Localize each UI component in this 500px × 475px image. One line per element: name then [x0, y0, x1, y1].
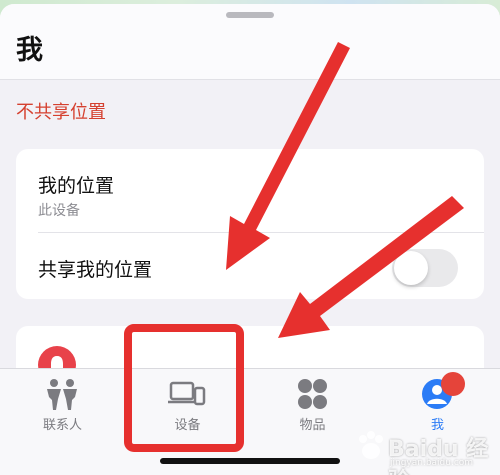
sheet-grabber-handle[interactable] [226, 12, 274, 18]
people-icon [47, 379, 77, 410]
notification-badge [441, 372, 465, 396]
card-divider [38, 232, 484, 233]
share-location-toggle[interactable] [392, 249, 458, 287]
items-icon [298, 379, 327, 409]
tab-label-people: 联系人 [42, 418, 82, 433]
section-label-not-sharing: 不共享位置 [16, 102, 106, 123]
tab-people[interactable]: 联系人 [0, 369, 125, 444]
share-my-location-label: 共享我的位置 [38, 259, 153, 281]
sheet-header: 我 [0, 4, 500, 80]
location-card: 我的位置 此设备 共享我的位置 [16, 149, 484, 299]
my-location-subtitle: 此设备 [38, 203, 80, 219]
baidu-watermark: Baidu 经验 jingyan.baidu.com [350, 425, 500, 475]
my-location-title[interactable]: 我的位置 [38, 171, 114, 198]
toggle-knob [394, 251, 428, 285]
home-indicator[interactable] [160, 458, 340, 464]
annotation-highlight-box [124, 324, 244, 452]
paw-logo-icon [359, 431, 383, 459]
watermark-text: Baidu 经验 [388, 437, 489, 475]
watermark-url: jingyan.baidu.com [390, 458, 474, 468]
page-title: 我 [16, 35, 43, 66]
